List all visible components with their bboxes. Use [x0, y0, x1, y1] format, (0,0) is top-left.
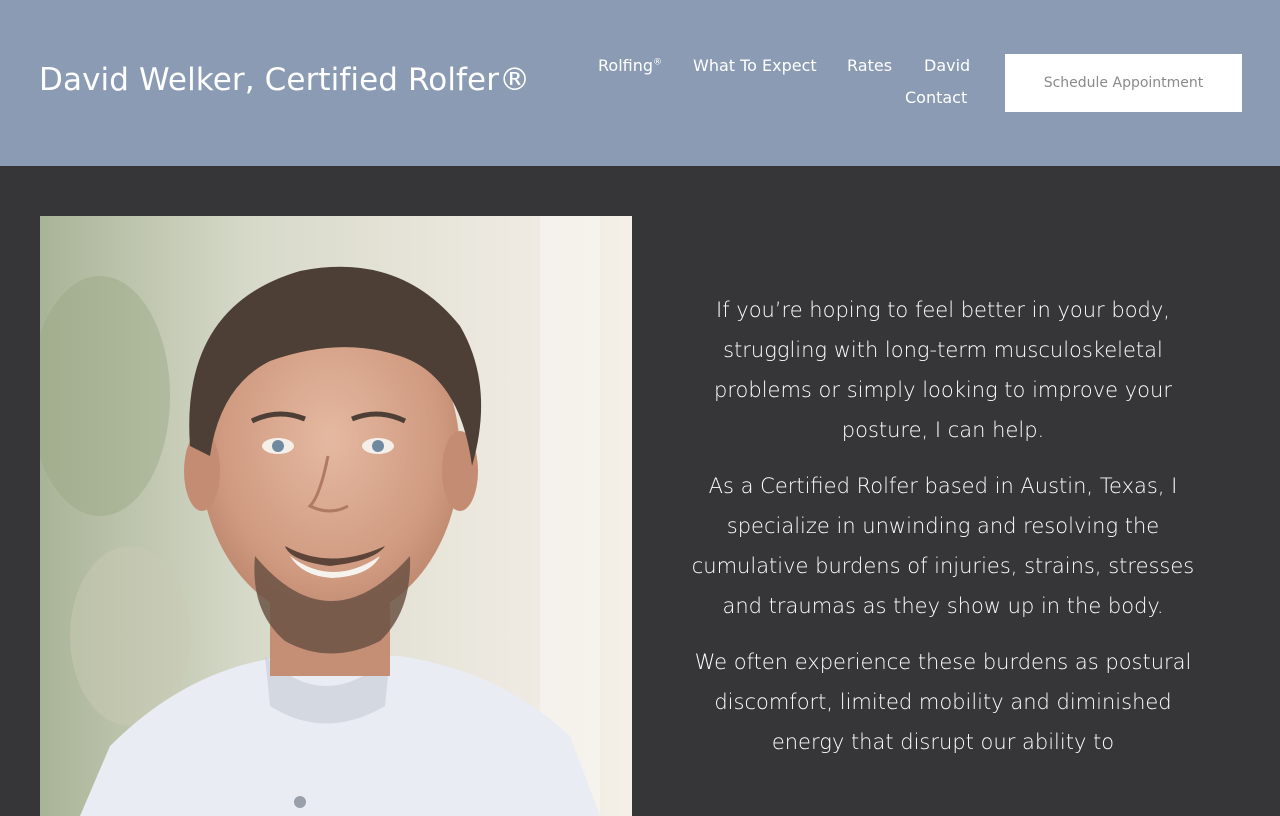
intro-text: If you’re hoping to feel better in your …	[688, 290, 1198, 778]
nav-item-david[interactable]: David	[924, 56, 970, 75]
nav-item-rolfing-label: Rolfing	[598, 56, 654, 75]
nav-item-contact[interactable]: Contact	[905, 88, 967, 107]
nav-item-what-to-expect[interactable]: What To Expect	[693, 56, 817, 75]
intro-paragraph-2: As a Certified Rolfer based in Austin, T…	[691, 474, 1195, 618]
registered-mark: ®	[653, 57, 663, 68]
intro-paragraph-1: If you’re hoping to feel better in your …	[714, 298, 1172, 442]
site-title-link[interactable]: David Welker, Certified Rolfer®	[39, 62, 530, 98]
nav-item-rolfing[interactable]: Rolfing®	[598, 56, 662, 75]
site-header: David Welker, Certified Rolfer® Rolfing®…	[0, 0, 1280, 166]
nav-item-rates[interactable]: Rates	[847, 56, 892, 75]
portrait-illustration	[40, 216, 632, 816]
portrait-photo	[40, 216, 632, 816]
intro-paragraph-3: We often experience these burdens as pos…	[694, 650, 1192, 754]
schedule-appointment-button[interactable]: Schedule Appointment	[1005, 54, 1242, 112]
